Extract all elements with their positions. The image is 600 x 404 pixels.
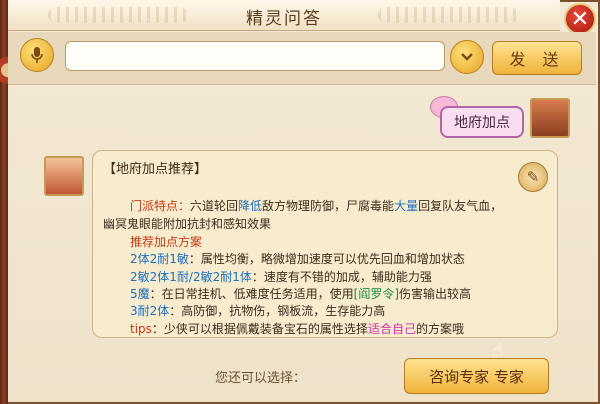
plan-item: 5魔：在日常挂机、低难度任务适用，使用[阎罗令]伤害输出较高 (130, 287, 472, 301)
question-input[interactable] (65, 41, 445, 71)
plan-item: 3耐2体：高防御，抗物伤，钢板流，生存能力高 (130, 304, 386, 318)
user-avatar (530, 98, 570, 138)
plan-header: 推荐加点方案 (130, 235, 203, 249)
scroll-icon[interactable]: ✎ (518, 162, 548, 192)
choice-hint: 您还可以选择： (215, 371, 307, 386)
user-message-bubble: 地府加点 (440, 106, 524, 138)
answer-title: 【地府加点推荐】 (103, 162, 208, 177)
microphone-icon[interactable] (20, 38, 54, 72)
npc-avatar (44, 156, 84, 196)
tips-line: tips：少侠可以根据佩戴装备宝石的属性选择适合自己的方案哦 (130, 322, 464, 336)
send-button[interactable]: 发 送 (492, 41, 582, 75)
chevron-down-icon[interactable] (450, 40, 484, 74)
close-icon[interactable]: ✕ (564, 3, 596, 35)
sect-feature-line: 门派特点：六道轮回降低敌方物理防御，尸腐毒能大量回复队友气血， (130, 199, 503, 213)
plan-item: 2敏2体1耐/2敏2耐1体：速度有不错的加成，辅助能力强 (130, 270, 432, 284)
consult-expert-button[interactable]: 咨询专家 专家 (404, 358, 549, 394)
title-bar: 精灵问答 (8, 0, 560, 31)
plan-item: 2体2耐1敏：属性均衡，略微增加速度可以优先回血和增加状态 (130, 252, 465, 266)
sect-feature-line-2: 幽冥鬼眼能附加抗封和感知效果 (103, 217, 272, 231)
window-title: 精灵问答 (246, 9, 322, 29)
hand-cursor-icon: ☝ (492, 340, 503, 361)
